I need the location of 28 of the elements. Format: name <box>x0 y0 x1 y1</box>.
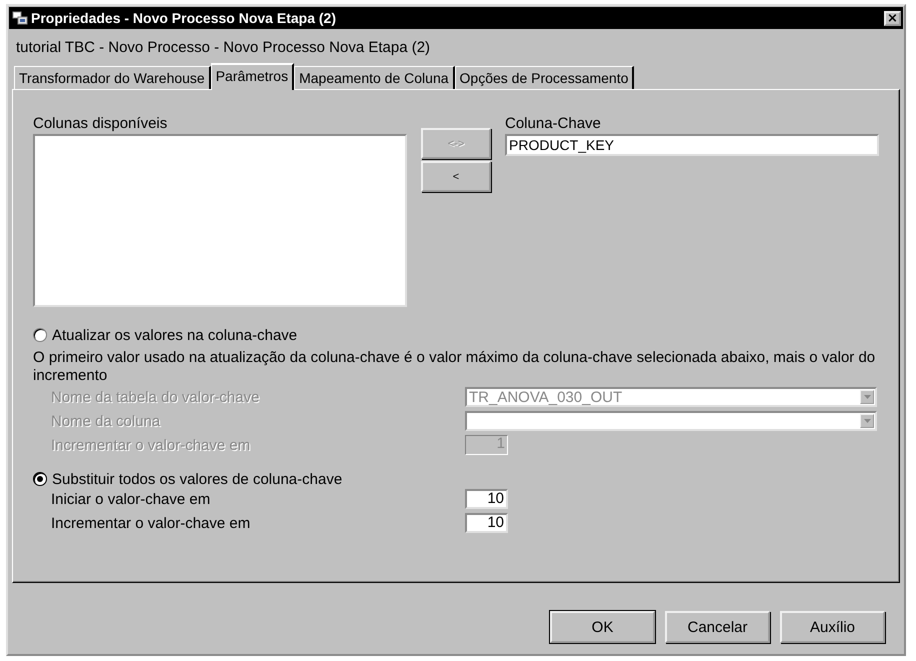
radio-label: Atualizar os valores na coluna-chave <box>52 326 298 344</box>
move-button[interactable]: < <box>421 161 491 192</box>
field-label: Incrementar o valor-chave em <box>51 436 252 454</box>
tab[interactable]: Parâmetros <box>210 63 294 90</box>
radio-label: Substituir todos os valores de coluna-chave <box>52 470 342 488</box>
field-label: Incrementar o valor-chave em <box>51 514 252 532</box>
window-icon <box>12 11 28 25</box>
input-field[interactable]: 10 <box>465 513 508 533</box>
input-field[interactable]: PRODUCT_KEY <box>505 134 879 156</box>
dialog-button[interactable]: OK <box>550 611 655 643</box>
tab[interactable]: Transformador do Warehouse <box>14 66 211 89</box>
dropdown[interactable] <box>465 411 877 431</box>
tab[interactable]: Opções de Processamento <box>454 66 634 89</box>
radio-button[interactable] <box>33 472 47 486</box>
tab[interactable]: Mapeamento de Coluna <box>294 66 455 89</box>
window-title: Propriedades - Novo Processo Nova Etapa (2) <box>31 10 337 26</box>
dialog-button[interactable]: Cancelar <box>665 611 770 643</box>
radio-button[interactable] <box>33 328 47 342</box>
field-label: Nome da coluna <box>51 412 162 430</box>
subtitle: tutorial TBC - Novo Processo - Novo Processo Nova Etapa (2) <box>15 38 432 58</box>
input-field[interactable]: 10 <box>465 489 508 509</box>
list-label: Colunas disponíveis <box>33 115 168 132</box>
close-button[interactable]: × <box>884 10 901 26</box>
field-label: Coluna-Chave <box>505 115 602 132</box>
dialog-button[interactable]: Auxílio <box>780 611 885 643</box>
description-text: O primeiro valor usado na atualização da coluna-chave é o valor máximo da coluna-chave selecionada abaixo, mais o valor do incremento <box>33 349 876 385</box>
field-label: Iniciar o valor-chave em <box>51 490 212 508</box>
field-label: Nome da tabela do valor-chave <box>51 388 260 406</box>
